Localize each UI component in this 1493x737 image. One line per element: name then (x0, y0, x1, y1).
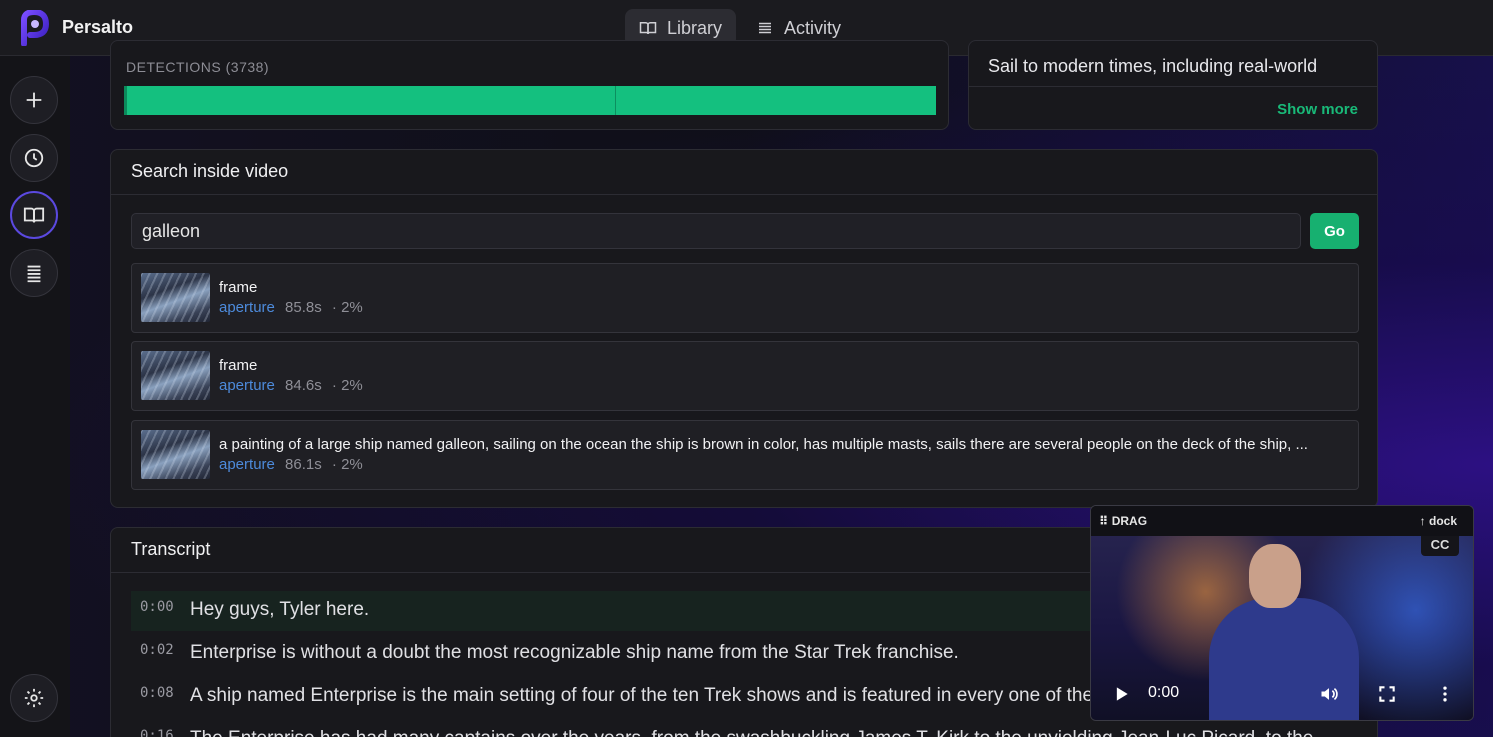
activity-button[interactable] (10, 249, 58, 297)
current-time: 0:00 (1148, 684, 1180, 701)
app-name: Persalto (62, 17, 134, 37)
nav-activity-label: Activity (784, 17, 842, 38)
description-text: Sail to modern times, including real-wor… (988, 56, 1318, 76)
transcript-title: Transcript (131, 539, 211, 559)
transcript-time[interactable]: 0:02 (140, 642, 174, 658)
search-result[interactable]: frame aperture 84.6s · 2% (131, 341, 1359, 411)
list-icon (759, 22, 772, 34)
book-icon (23, 207, 45, 223)
result-source[interactable]: aperture (219, 456, 275, 473)
divider (111, 194, 1377, 195)
result-thumbnail (141, 351, 210, 400)
video-person-head (1249, 544, 1301, 608)
more-button[interactable] (1435, 684, 1455, 709)
captions-button[interactable]: CC (1421, 536, 1459, 556)
detections-card: DETECTIONS (3738) (110, 40, 949, 130)
new-button[interactable] (10, 76, 58, 124)
more-vertical-icon (1443, 686, 1447, 702)
result-thumbnail (141, 430, 210, 479)
result-time: 84.6s (285, 377, 322, 394)
show-more-link[interactable]: Show more (1277, 101, 1358, 118)
settings-button[interactable] (10, 674, 58, 722)
transcript-text: Hey guys, Tyler here. (190, 599, 370, 620)
result-time: 85.8s (285, 299, 322, 316)
video-frame[interactable]: CC 0:00 (1091, 536, 1473, 720)
search-result[interactable]: a painting of a large ship named galleon… (131, 420, 1359, 490)
divider (969, 86, 1377, 87)
result-title: frame (219, 357, 258, 374)
go-button[interactable]: Go (1310, 213, 1359, 249)
fullscreen-icon (1379, 686, 1395, 702)
clock-icon (24, 148, 44, 168)
plus-icon (26, 92, 42, 108)
transcript-text: The Enterprise has had many captains ove… (190, 728, 1313, 737)
transcript-text: A ship named Enterprise is the main sett… (190, 685, 1170, 706)
result-meta: aperture 86.1s · 2% (219, 456, 363, 473)
transcript-time[interactable]: 0:16 (140, 728, 174, 737)
result-source[interactable]: aperture (219, 377, 275, 394)
list-icon (27, 265, 41, 283)
description-card: Sail to modern times, including real-wor… (968, 40, 1378, 130)
result-thumbnail (141, 273, 210, 322)
search-card: Search inside video Go frame aperture 85… (110, 149, 1378, 508)
result-score: · 2% (331, 299, 363, 316)
fullscreen-button[interactable] (1377, 684, 1397, 709)
result-title: frame (219, 279, 258, 296)
history-button[interactable] (10, 134, 58, 182)
transcript-time[interactable]: 0:00 (140, 599, 174, 615)
nav-library-label: Library (667, 17, 723, 38)
volume-icon (1321, 687, 1338, 701)
gear-icon (24, 688, 44, 708)
transcript-line[interactable]: 0:16 The Enterprise has had many captain… (131, 720, 1359, 737)
result-score: · 2% (331, 456, 363, 473)
mini-player[interactable]: ⠿ DRAG ↑ dock CC 0:00 (1090, 505, 1474, 721)
result-meta: aperture 84.6s · 2% (219, 377, 363, 394)
detections-label: DETECTIONS (3738) (126, 59, 270, 75)
detections-split (614, 86, 616, 115)
result-title: a painting of a large ship named galleon… (219, 436, 1308, 453)
transcript-text: Enterprise is without a doubt the most r… (190, 642, 959, 663)
play-icon (1116, 687, 1128, 701)
result-time: 86.1s (285, 456, 322, 473)
search-section-title: Search inside video (131, 161, 289, 181)
library-button[interactable] (10, 191, 58, 239)
persalto-logo-icon[interactable] (18, 10, 50, 46)
volume-button[interactable] (1319, 684, 1339, 709)
drag-handle[interactable]: ⠿ DRAG (1099, 514, 1147, 528)
drag-grip-icon: ⠿ (1099, 514, 1112, 528)
result-score: · 2% (331, 377, 363, 394)
search-input[interactable] (131, 213, 1301, 249)
left-rail (0, 56, 70, 737)
dock-button[interactable]: ↑ dock (1420, 514, 1457, 528)
player-drag-bar[interactable]: ⠿ DRAG ↑ dock (1091, 506, 1473, 536)
drag-label: DRAG (1111, 514, 1148, 528)
transcript-time[interactable]: 0:08 (140, 685, 174, 701)
search-result[interactable]: frame aperture 85.8s · 2% (131, 263, 1359, 333)
detections-timeline[interactable] (124, 86, 936, 115)
play-button[interactable] (1111, 684, 1131, 709)
book-icon (639, 22, 657, 35)
result-meta: aperture 85.8s · 2% (219, 299, 363, 316)
result-source[interactable]: aperture (219, 299, 275, 316)
